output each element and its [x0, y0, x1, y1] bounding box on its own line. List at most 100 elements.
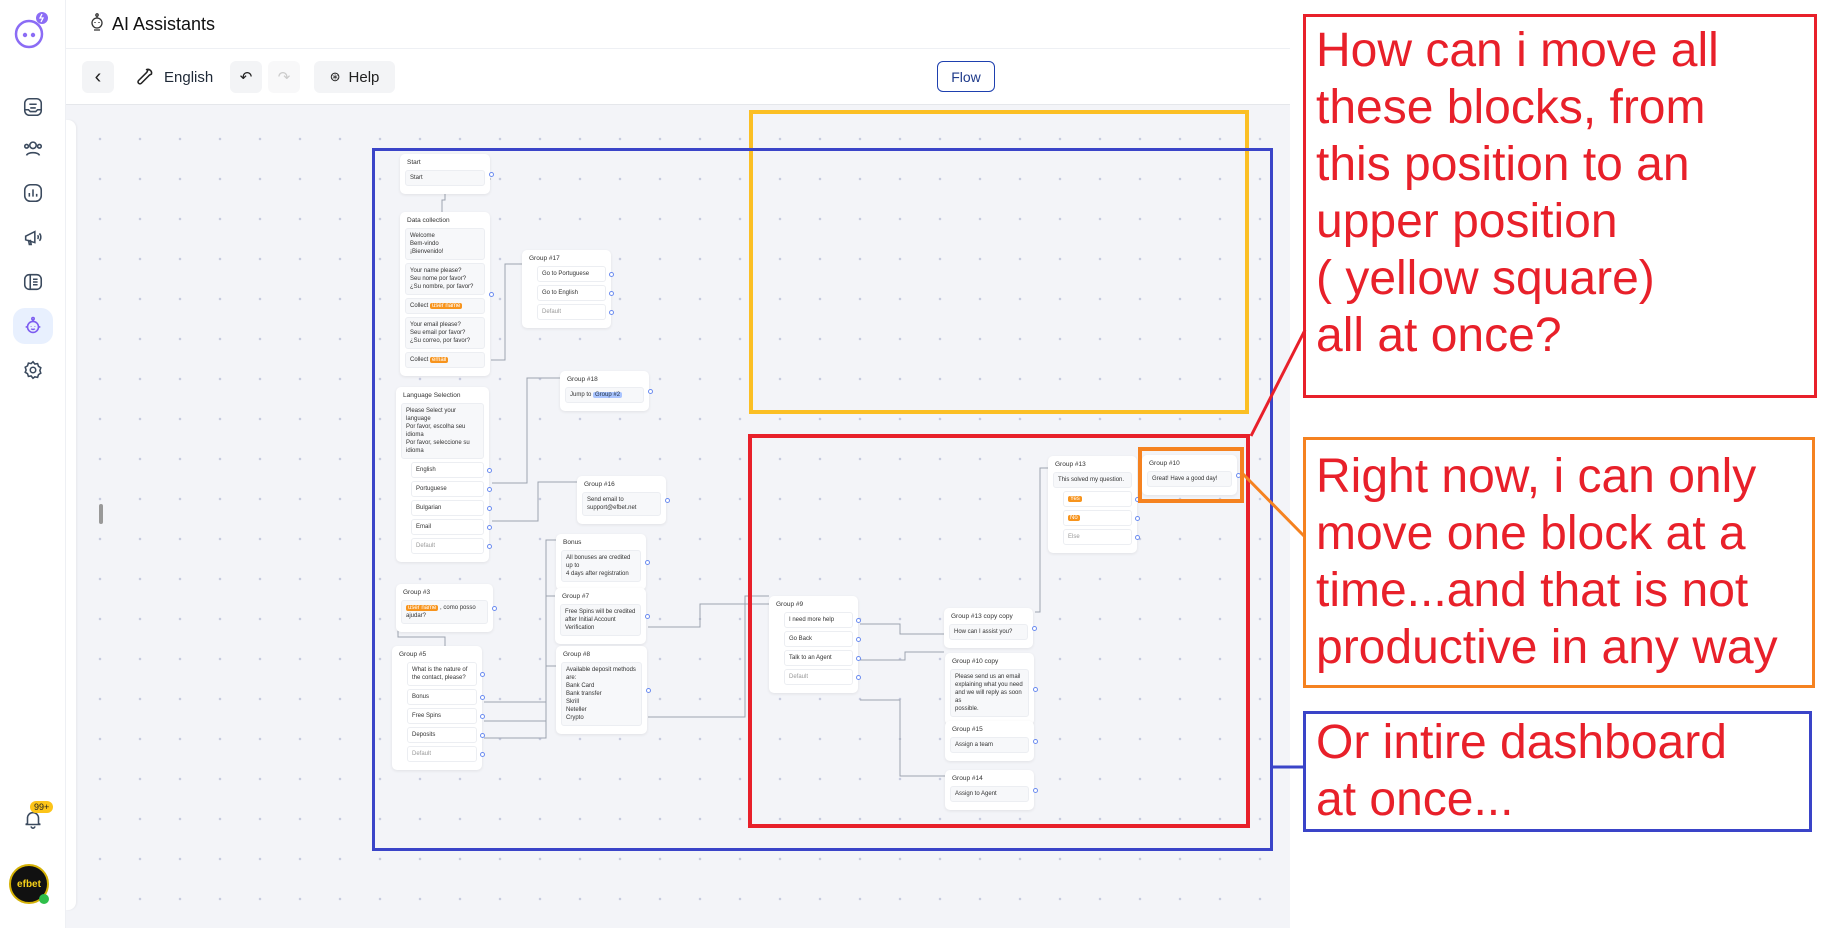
output-port[interactable]: [489, 291, 494, 297]
output-port[interactable]: [1032, 625, 1037, 631]
node-block[interactable]: Start: [405, 170, 485, 186]
node-block[interactable]: Jump to Group #2: [565, 387, 644, 403]
node-block[interactable]: Please send us an email explaining what …: [950, 669, 1029, 717]
node-block[interactable]: Else: [1063, 529, 1140, 545]
flow-node[interactable]: Group #14 Assign to Agent: [945, 770, 1038, 810]
node-block[interactable]: I need more help: [784, 612, 861, 628]
node-block[interactable]: Assign a team: [950, 737, 1029, 753]
node-block[interactable]: Welcome Bem-vindo ¡Bienvenido!: [405, 228, 485, 260]
node-block[interactable]: Available deposit methods are: Bank Card…: [561, 662, 642, 726]
output-port[interactable]: [1033, 686, 1038, 692]
output-port[interactable]: [480, 671, 485, 677]
output-port[interactable]: [480, 751, 485, 757]
output-port[interactable]: [487, 467, 492, 473]
flow-button[interactable]: Flow: [937, 61, 995, 92]
node-block[interactable]: Great! Have a good day!: [1147, 471, 1232, 487]
output-port[interactable]: [1236, 472, 1241, 478]
node-block[interactable]: Go to Portuguese: [537, 266, 614, 282]
output-port[interactable]: [487, 543, 492, 549]
output-port[interactable]: [487, 505, 492, 511]
language-selector[interactable]: English: [134, 61, 213, 93]
output-port[interactable]: [665, 497, 670, 503]
output-port[interactable]: [648, 388, 653, 394]
output-port[interactable]: [646, 687, 651, 693]
node-block[interactable]: How can I assist you?: [949, 624, 1028, 640]
node-block[interactable]: Collect user name: [405, 298, 485, 314]
node-block[interactable]: Default: [411, 538, 492, 554]
node-block[interactable]: Portuguese: [411, 481, 492, 497]
node-block[interactable]: Email: [411, 519, 492, 535]
flow-node[interactable]: Group #9 I need more help Go Back Talk to a…: [769, 596, 861, 693]
node-block[interactable]: Collect email: [405, 352, 485, 368]
redo-button[interactable]: ↷: [268, 61, 300, 93]
output-port[interactable]: [609, 271, 614, 277]
node-block[interactable]: Free Spins will be credited after Initia…: [560, 604, 641, 636]
node-block[interactable]: English: [411, 462, 492, 478]
flow-node[interactable]: Group #17 Go to Portuguese Go to English De…: [522, 250, 614, 328]
flow-node[interactable]: Group #10 Great! Have a good day!: [1142, 455, 1241, 495]
flow-node[interactable]: Group #8 Available deposit methods are: B…: [556, 646, 651, 734]
output-port[interactable]: [609, 309, 614, 315]
app-logo[interactable]: [8, 8, 52, 52]
back-button[interactable]: ‹: [82, 61, 114, 93]
output-port[interactable]: [645, 613, 650, 619]
flow-node[interactable]: Group #16 Send email to support@efbet.net: [577, 476, 670, 524]
undo-button[interactable]: ↶: [230, 61, 262, 93]
output-port[interactable]: [1033, 738, 1038, 744]
flow-node[interactable]: Data collection Welcome Bem-vindo ¡Bienve…: [400, 212, 494, 376]
node-block[interactable]: Go Back: [784, 631, 861, 647]
output-port[interactable]: [1033, 787, 1038, 793]
node-block[interactable]: Your email please? Seu email por favor? …: [405, 317, 485, 349]
node-block[interactable]: Go to English: [537, 285, 614, 301]
output-port[interactable]: [489, 171, 494, 177]
panel-resize-handle[interactable]: [99, 504, 103, 524]
output-port[interactable]: [480, 694, 485, 700]
node-block[interactable]: Assign to Agent: [950, 786, 1029, 802]
node-block[interactable]: Free Spins: [407, 708, 485, 724]
knowledge-icon[interactable]: [13, 264, 53, 300]
output-port[interactable]: [645, 559, 650, 565]
ai-assistant-icon[interactable]: [13, 308, 53, 344]
output-port[interactable]: [856, 655, 861, 661]
contacts-icon[interactable]: [13, 131, 53, 167]
node-block[interactable]: No: [1063, 510, 1140, 526]
output-port[interactable]: [480, 713, 485, 719]
inbox-icon[interactable]: [13, 89, 53, 125]
flow-node[interactable]: Group #3 user name , como posso ajudar?: [396, 584, 497, 632]
flow-node[interactable]: Group #5 What is the nature of the contac…: [392, 646, 485, 770]
settings-icon[interactable]: [13, 352, 53, 388]
broadcast-icon[interactable]: [13, 220, 53, 256]
node-block[interactable]: user name , como posso ajudar?: [401, 600, 488, 624]
node-block[interactable]: Bonus: [407, 689, 485, 705]
output-port[interactable]: [487, 486, 492, 492]
output-port[interactable]: [1135, 515, 1140, 521]
node-block[interactable]: Send email to support@efbet.net: [582, 492, 661, 516]
output-port[interactable]: [856, 636, 861, 642]
output-port[interactable]: [1135, 496, 1140, 502]
flow-node[interactable]: Bonus All bonuses are credited up to 4 da…: [556, 534, 650, 590]
node-block[interactable]: Default: [407, 746, 485, 762]
node-block[interactable]: What is the nature of the contact, pleas…: [407, 662, 485, 686]
node-block[interactable]: Default: [784, 669, 861, 685]
avatar[interactable]: efbet: [9, 864, 49, 904]
node-block[interactable]: Default: [537, 304, 614, 320]
output-port[interactable]: [492, 605, 497, 611]
flow-node[interactable]: Group #18 Jump to Group #2: [560, 371, 653, 411]
node-block[interactable]: Bulgarian: [411, 500, 492, 516]
flow-node[interactable]: Group #7 Free Spins will be credited afte…: [555, 588, 650, 644]
output-port[interactable]: [480, 732, 485, 738]
output-port[interactable]: [856, 674, 861, 680]
flow-node[interactable]: Group #10 copy Please send us an email ex…: [945, 653, 1038, 725]
node-block[interactable]: Deposits: [407, 727, 485, 743]
output-port[interactable]: [856, 617, 861, 623]
node-block[interactable]: All bonuses are credited up to 4 days af…: [561, 550, 641, 582]
output-port[interactable]: [1135, 534, 1140, 540]
reports-icon[interactable]: [13, 175, 53, 211]
node-block[interactable]: Your name please? Seu nome por favor? ¿S…: [405, 263, 485, 295]
node-block[interactable]: Yes: [1063, 491, 1140, 507]
flow-node[interactable]: Group #13 This solved my question. Yes No El…: [1048, 456, 1140, 553]
flow-node[interactable]: Start Start: [400, 154, 494, 194]
flow-node[interactable]: Group #13 copy copy How can I assist you?: [944, 608, 1037, 648]
node-block[interactable]: Talk to an Agent: [784, 650, 861, 666]
flow-node[interactable]: Group #15 Assign a team: [945, 721, 1038, 761]
